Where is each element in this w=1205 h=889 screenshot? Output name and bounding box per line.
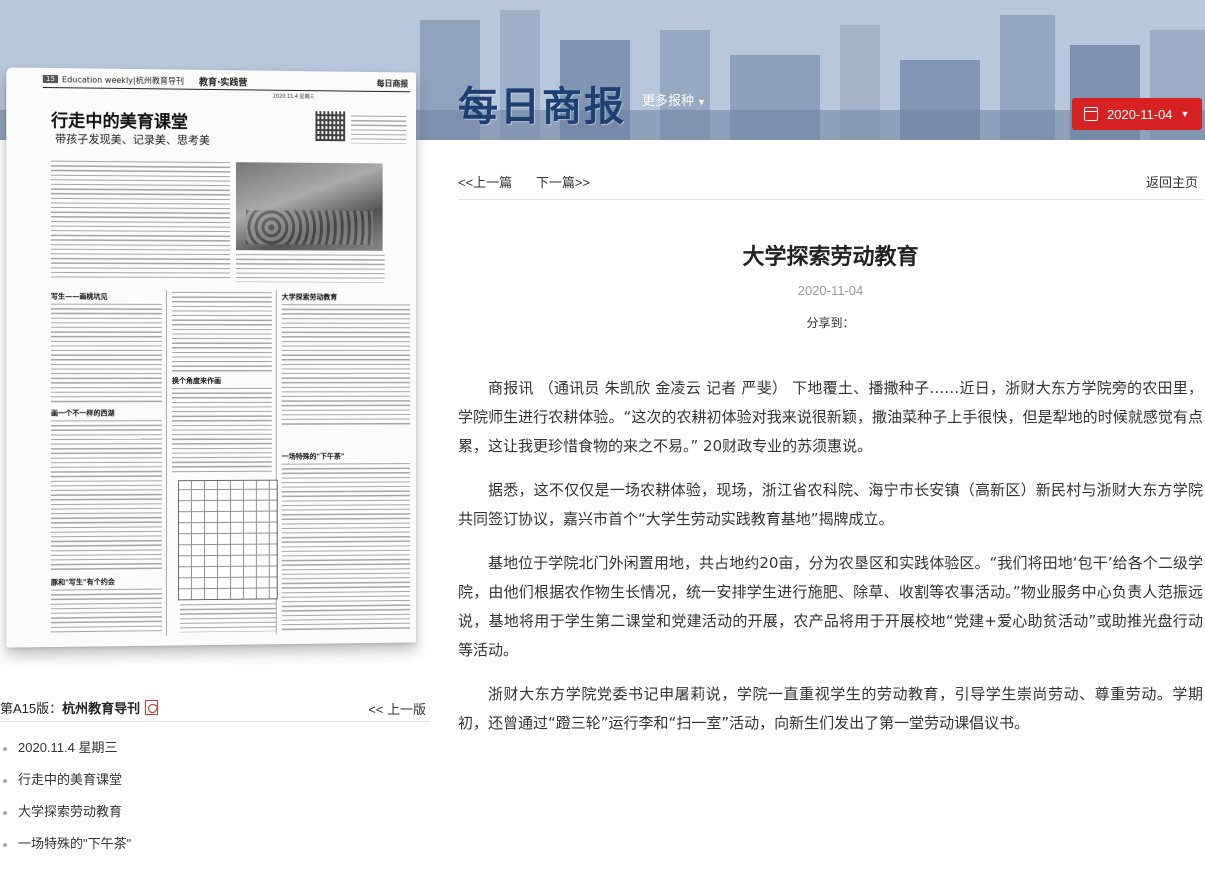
page-date: 2020.11.4 星期三	[272, 93, 315, 101]
news-sketch-illustration	[177, 479, 278, 601]
share-label: 分享到：	[806, 316, 855, 330]
text-block	[235, 254, 385, 283]
prev-article-link[interactable]: <<上一篇	[458, 175, 512, 190]
text-block	[171, 291, 272, 373]
page-header-left: Education weekly|杭州教育导刊	[62, 74, 184, 86]
list-item[interactable]: 一场特殊的"下午茶"	[0, 828, 430, 860]
edition-prefix: 第A15版：	[0, 700, 63, 716]
calendar-icon	[1084, 107, 1098, 121]
home-link[interactable]: 返回主页	[1146, 172, 1198, 191]
page-header-section: 教育·实践营	[198, 77, 248, 88]
text-block	[281, 463, 411, 632]
page-header-right: 每日商报	[376, 78, 409, 88]
article-paragraph: 基地位于学院北门外闲置用地，共占地约20亩，分为农垦区和实践体验区。“我们将田地…	[458, 554, 1203, 659]
edition-article-list: 2020.11.4 星期三 行走中的美育课堂 大学探索劳动教育 一场特殊的"下午…	[0, 732, 430, 860]
date-picker-label: 2020-11-04	[1107, 106, 1173, 122]
article-paragraph: 据悉，这不仅仅是一场农耕体验，现场，浙江省农科院、海宁市长安镇（高新区）新民村与…	[458, 481, 1203, 528]
chevron-down-icon: ▼	[697, 97, 706, 107]
list-item[interactable]: 行走中的美育课堂	[0, 764, 430, 796]
article-paragraph: 浙财大东方学院党委书记申屠莉说，学院一直重视学生的劳动教育，引导学生崇尚劳动、尊…	[458, 685, 1203, 732]
qr-caption-lines	[351, 115, 407, 144]
section-title[interactable]: 一场特殊的"下午茶"	[282, 451, 345, 461]
edition-bar: 第A15版： 杭州教育导刊 << 上一版	[0, 695, 430, 719]
newspaper-subtitle: 带孩子发现美、记录美、思考美	[55, 132, 211, 147]
date-picker-button[interactable]: 2020-11-04 ▼	[1072, 98, 1202, 130]
qr-code	[315, 111, 346, 142]
text-block	[171, 387, 272, 475]
article-paragraph: 商报讯 （通讯员 朱凯欣 金凌云 记者 严斐） 下地覆土、播撒种子……近日，浙财…	[458, 379, 1203, 455]
text-block	[50, 588, 162, 634]
section-title[interactable]: 大学探索劳动教育	[282, 292, 337, 302]
newspaper-page[interactable]: 15 Education weekly|杭州教育导刊 教育·实践营 每日商报 2…	[6, 67, 417, 648]
text-block	[50, 160, 230, 279]
divider	[0, 721, 430, 722]
text-block	[50, 420, 162, 572]
news-photo	[235, 162, 383, 251]
site-logo[interactable]: 每日商报	[458, 74, 626, 132]
newspaper-main-title[interactable]: 行走中的美育课堂	[51, 106, 188, 132]
section-title[interactable]: 换个角度来作画	[172, 376, 221, 386]
chevron-down-icon: ▼	[1180, 109, 1190, 119]
section-title[interactable]: 写生——画桃坑见	[51, 292, 108, 302]
article-date: 2020-11-04	[797, 283, 864, 298]
column-divider	[165, 289, 167, 636]
text-block	[281, 304, 411, 428]
list-item[interactable]: 大学探索劳动教育	[0, 796, 430, 828]
section-title[interactable]: 画一个不一样的西湖	[51, 408, 115, 418]
page-number: 15	[42, 74, 58, 84]
divider	[458, 199, 1203, 200]
text-block	[50, 303, 162, 405]
article-body: 商报讯 （通讯员 朱凯欣 金凌云 记者 严斐） 下地覆土、播撒种子……近日，浙财…	[458, 374, 1203, 753]
more-papers-label: 更多报种	[642, 93, 695, 108]
newspaper-page-preview[interactable]: 15 Education weekly|杭州教育导刊 教育·实践营 每日商报 2…	[0, 60, 430, 680]
text-block	[179, 603, 276, 633]
pdf-icon[interactable]	[145, 699, 159, 715]
article-title: 大学探索劳动教育	[742, 245, 919, 270]
more-papers-dropdown[interactable]: 更多报种 ▼	[642, 90, 706, 109]
edition-name[interactable]: 杭州教育导刊	[62, 698, 140, 717]
next-article-link[interactable]: 下一篇>>	[536, 175, 590, 190]
article-nav: <<上一篇 下一篇>>	[458, 172, 610, 191]
section-title[interactable]: 豚和"写生"有个约会	[51, 577, 115, 588]
list-item[interactable]: 2020.11.4 星期三	[0, 732, 430, 764]
prev-edition-link[interactable]: << 上一版	[368, 699, 426, 718]
